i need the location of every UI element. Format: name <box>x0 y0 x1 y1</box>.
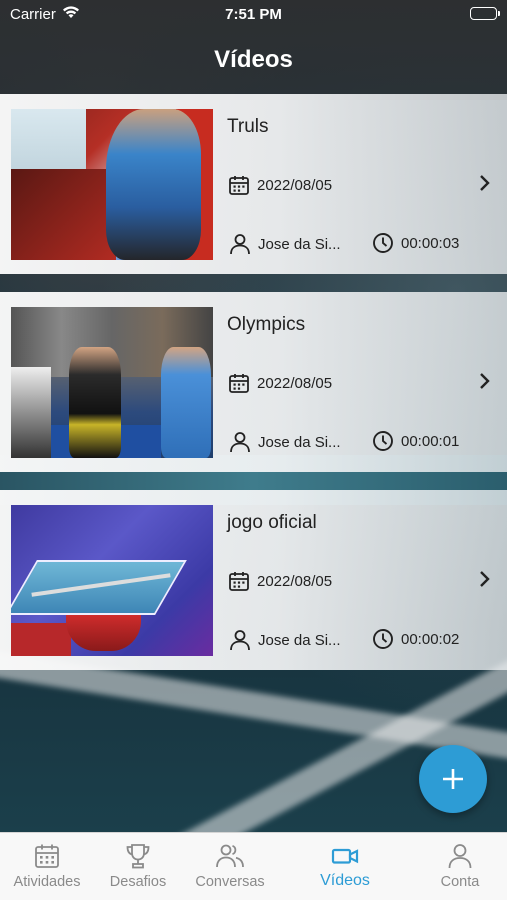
video-author: Jose da Si... <box>228 430 341 454</box>
video-duration: 00:00:02 <box>372 628 459 650</box>
tab-label: Atividades <box>13 874 81 890</box>
tab-atividades[interactable]: Atividades <box>0 833 97 900</box>
video-author: Jose da Si... <box>228 628 341 652</box>
video-card[interactable]: Olympics 2022/08/05 Jose da Si... 00:00:… <box>0 292 507 472</box>
video-title: Olympics <box>227 314 306 335</box>
tab-videos[interactable]: Vídeos <box>295 833 395 900</box>
video-date: 2022/08/05 <box>228 174 332 196</box>
video-icon <box>331 848 359 864</box>
chevron-right-icon[interactable] <box>479 570 491 593</box>
video-title: Truls <box>227 116 269 137</box>
video-thumbnail <box>11 109 213 260</box>
video-card[interactable]: jogo oficial 2022/08/05 Jose da Si... 00… <box>0 490 507 670</box>
clock-icon <box>373 233 393 253</box>
clock-icon <box>373 431 393 451</box>
chevron-right-icon[interactable] <box>479 174 491 197</box>
add-video-button[interactable] <box>419 745 487 813</box>
video-date: 2022/08/05 <box>228 570 332 592</box>
status-time: 7:51 PM <box>225 6 282 23</box>
tab-desafios[interactable]: Desafios <box>88 833 188 900</box>
page-title: Vídeos <box>214 46 293 73</box>
tab-label: Conta <box>440 874 480 890</box>
trophy-icon <box>126 844 150 869</box>
status-bar: Carrier 7:51 PM <box>0 0 507 30</box>
plus-icon <box>443 769 463 789</box>
battery-icon <box>470 7 500 20</box>
calendar-icon <box>229 374 249 393</box>
calendar-icon <box>229 572 249 591</box>
video-author: Jose da Si... <box>228 232 341 256</box>
person-icon <box>230 630 250 651</box>
video-date: 2022/08/05 <box>228 372 332 394</box>
chevron-right-icon[interactable] <box>479 372 491 395</box>
video-title: jogo oficial <box>227 512 317 533</box>
person-icon <box>230 234 250 255</box>
clock-icon <box>373 629 393 649</box>
video-duration: 00:00:01 <box>372 430 459 452</box>
video-thumbnail <box>11 307 213 458</box>
tab-conversas[interactable]: Conversas <box>180 833 280 900</box>
calendar-icon <box>35 844 59 868</box>
person-icon <box>230 432 250 453</box>
tab-conta[interactable]: Conta <box>410 833 507 900</box>
video-card[interactable]: Truls 2022/08/05 Jose da Si... 00:00:03 <box>0 94 507 274</box>
video-duration: 00:00:03 <box>372 232 459 254</box>
tab-label: Desafios <box>109 874 167 890</box>
person-icon <box>448 844 472 869</box>
tab-label: Conversas <box>195 874 265 890</box>
tab-label: Vídeos <box>320 872 370 889</box>
calendar-icon <box>229 176 249 195</box>
users-icon <box>216 844 244 868</box>
tab-bar: Atividades Desafios Conversas Vídeos Con… <box>0 832 507 900</box>
video-thumbnail <box>11 505 213 656</box>
